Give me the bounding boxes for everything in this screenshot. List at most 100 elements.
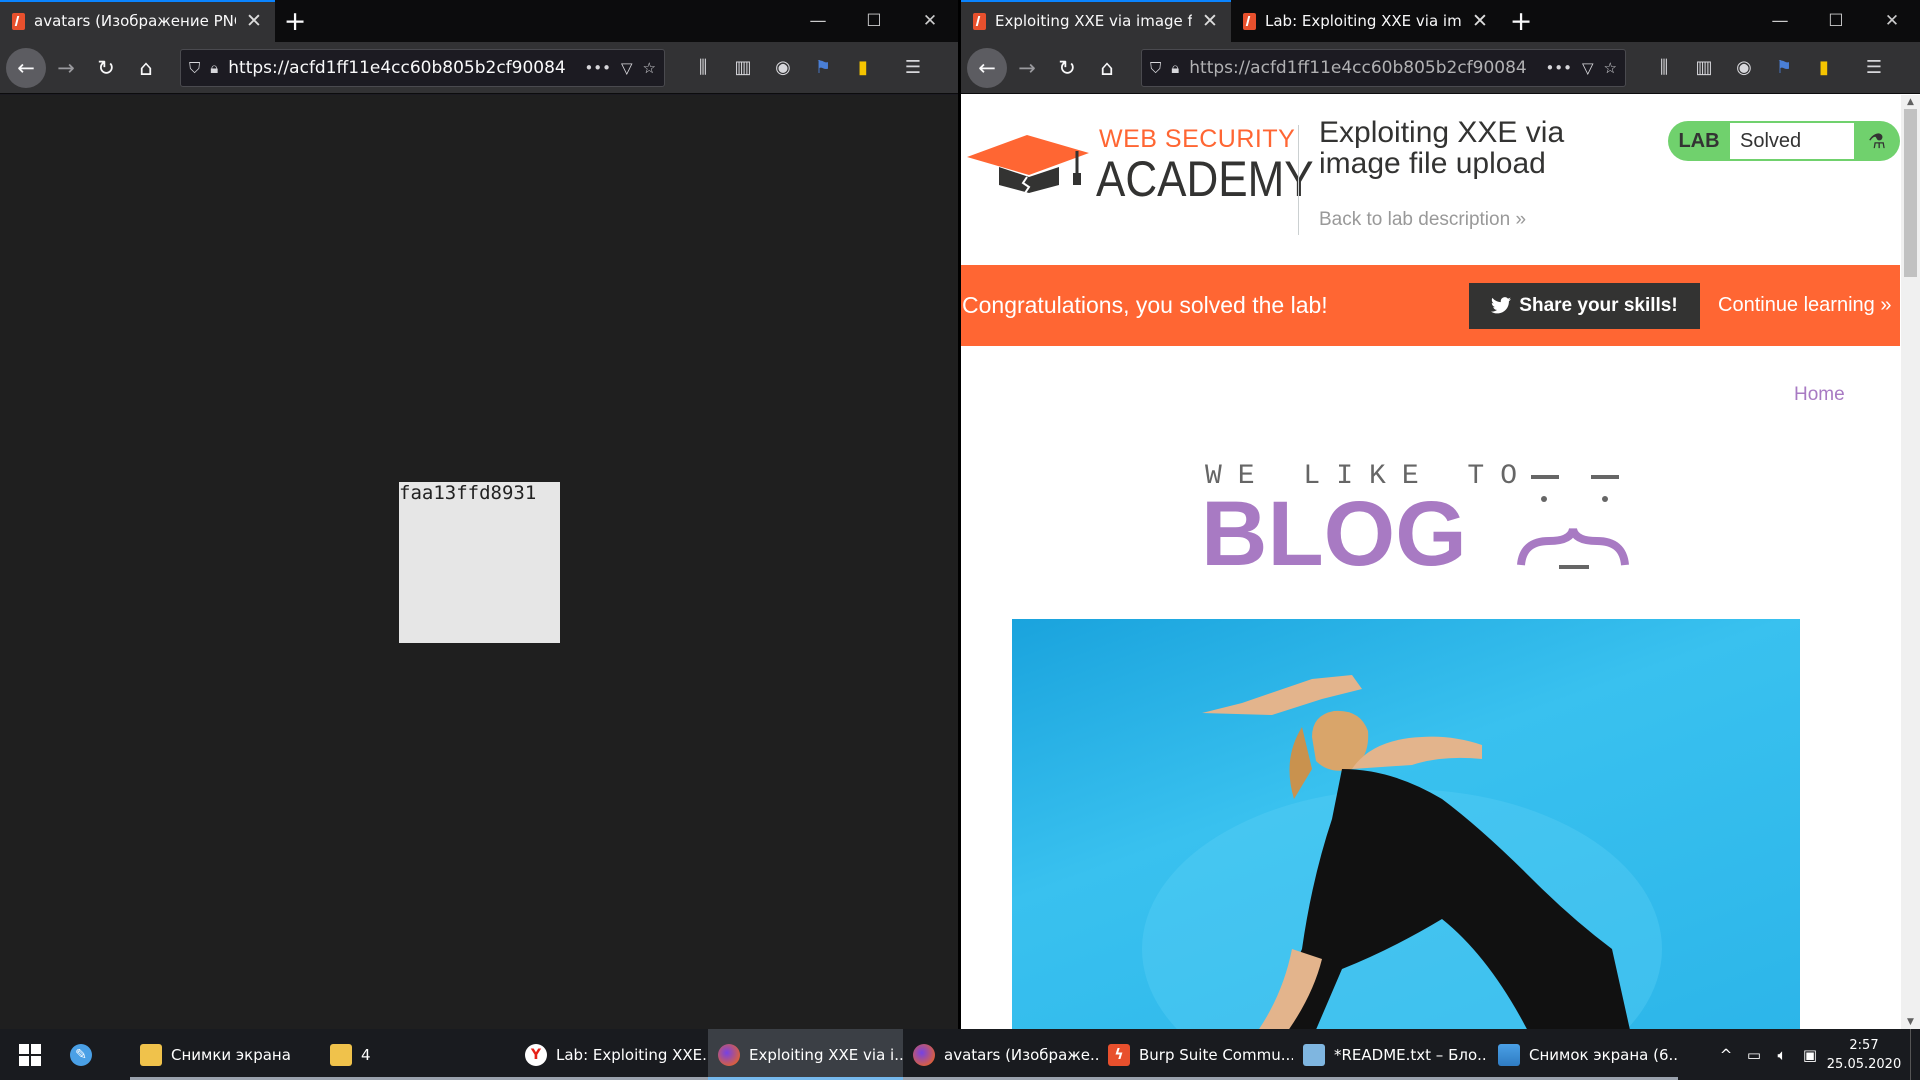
clock-time: 2:57 (1849, 1037, 1879, 1053)
maximize-button[interactable]: ☐ (846, 0, 902, 42)
new-tab-button[interactable]: + (1501, 0, 1541, 42)
continue-learning-link[interactable]: Continue learning » (1718, 294, 1900, 317)
page-actions-button[interactable]: ••• (1545, 59, 1572, 77)
home-link[interactable]: Home (1794, 384, 1845, 406)
page-scrollbar[interactable]: ▲ ▼ (1901, 95, 1920, 1029)
bookmark-star-icon[interactable]: ☆ (643, 59, 656, 77)
forward-button[interactable]: → (46, 48, 86, 88)
academy-header: WEB SECURITY ACADEMY Exploiting XXE via … (961, 95, 1900, 265)
blog-logo: WE LIKE TO BLOG (1201, 461, 1629, 575)
pocket-icon[interactable]: ▽ (621, 59, 633, 77)
logo-academy: ACADEMY (1096, 151, 1314, 207)
volume-icon[interactable]: 🔈︎ (1768, 1046, 1796, 1064)
extension-flag-icon[interactable]: ⚑ (1764, 50, 1804, 86)
tab-exploiting-xxe[interactable]: Exploiting XXE via image file u ✕ (961, 0, 1231, 42)
nav-toolbar: ← → ↻ ⌂ ⛉ 🔒︎ https://acfd1ff11e4cc60b805… (0, 42, 958, 94)
back-button[interactable]: ← (967, 47, 1007, 88)
menu-icon[interactable]: ☰ (1854, 50, 1894, 86)
header-divider (1298, 125, 1299, 235)
paint-icon: ✎ (70, 1043, 92, 1066)
lock-icon[interactable]: 🔒︎ (210, 59, 218, 77)
share-label: Share your skills! (1519, 294, 1678, 316)
taskbar-label: *README.txt – Бло... (1334, 1045, 1488, 1064)
network-icon[interactable]: ▣ (1796, 1046, 1824, 1064)
taskbar-paint[interactable]: ✎ (60, 1029, 130, 1080)
battery-icon[interactable]: ▭ (1740, 1046, 1768, 1064)
tab-close-icon[interactable]: ✕ (1201, 10, 1219, 32)
home-button[interactable]: ⌂ (1087, 48, 1127, 88)
back-link-text: Back to lab description (1319, 209, 1511, 230)
taskbar-yandex-lab[interactable]: Y Lab: Exploiting XXE... (515, 1029, 708, 1080)
image-text: faa13ffd8931 (399, 482, 537, 504)
reload-button[interactable]: ↻ (1047, 48, 1087, 88)
scroll-thumb[interactable] (1904, 109, 1917, 277)
burp-icon: ϟ (1108, 1043, 1130, 1066)
maximize-button[interactable]: ☐ (1808, 0, 1864, 42)
notepad-icon (1303, 1043, 1325, 1066)
taskbar-folder-screenshots[interactable]: Снимки экрана (130, 1029, 320, 1080)
address-bar[interactable]: ⛉ 🔒︎ https://acfd1ff11e4cc60b805b2cf9008… (1141, 48, 1626, 87)
shield-icon[interactable]: ⛉ (189, 59, 200, 77)
account-icon[interactable]: ◉ (1724, 50, 1764, 86)
extension-color-icon[interactable]: ▮ (1804, 50, 1844, 86)
reload-button[interactable]: ↻ (86, 48, 126, 88)
taskbar-folder-4[interactable]: 4 (320, 1029, 515, 1080)
tab-title: Lab: Exploiting XXE via image f (1265, 12, 1462, 30)
start-button[interactable] (0, 1029, 60, 1080)
bookmark-star-icon[interactable]: ☆ (1604, 59, 1617, 77)
tab-lab-exploiting-xxe[interactable]: Lab: Exploiting XXE via image f ✕ (1231, 0, 1501, 42)
library-icon[interactable]: ⫼ (683, 50, 723, 86)
close-window-button[interactable]: ✕ (902, 0, 958, 42)
address-bar[interactable]: ⛉ 🔒︎ https://acfd1ff11e4cc60b805b2cf9008… (180, 48, 665, 87)
sidebar-icon[interactable]: ▥ (723, 50, 763, 86)
burp-favicon-icon (973, 12, 986, 30)
close-window-button[interactable]: ✕ (1864, 0, 1920, 42)
graduation-cap-icon (967, 135, 1089, 194)
pocket-icon[interactable]: ▽ (1582, 59, 1594, 77)
image-viewer-area: faa13ffd8931 (0, 95, 958, 1029)
twitter-icon (1491, 297, 1512, 314)
menu-icon[interactable]: ☰ (893, 50, 933, 86)
scroll-up-arrow-icon[interactable]: ▲ (1901, 97, 1920, 107)
clock[interactable]: 2:57 25.05.2020 (1824, 1036, 1904, 1074)
lab-status-widget: LAB Solved ⚗ (1668, 121, 1900, 161)
home-button[interactable]: ⌂ (126, 48, 166, 88)
lock-icon[interactable]: 🔒︎ (1171, 59, 1179, 77)
scroll-down-arrow-icon[interactable]: ▼ (1901, 1017, 1920, 1027)
tab-avatars[interactable]: avatars (Изображение PNG, 1 ✕ (0, 0, 275, 42)
tab-close-icon[interactable]: ✕ (1471, 10, 1489, 32)
taskbar-notepad-readme[interactable]: *README.txt – Бло... (1293, 1029, 1488, 1080)
taskbar-burp-suite[interactable]: ϟ Burp Suite Commu... (1098, 1029, 1293, 1080)
sidebar-icon[interactable]: ▥ (1684, 50, 1724, 86)
tab-title: Exploiting XXE via image file u (995, 12, 1192, 30)
tab-close-icon[interactable]: ✕ (245, 10, 263, 32)
taskbar-firefox-avatars[interactable]: avatars (Изображе... (903, 1029, 1098, 1080)
minimize-button[interactable]: — (790, 0, 846, 42)
taskbar-label: Снимок экрана (6... (1529, 1045, 1678, 1064)
face-icon (1517, 475, 1629, 569)
lab-status-text: Solved (1730, 123, 1854, 159)
shield-icon[interactable]: ⛉ (1150, 59, 1161, 77)
extension-color-icon[interactable]: ▮ (843, 50, 883, 86)
taskbar-firefox-exploiting[interactable]: Exploiting XXE via i... (708, 1029, 903, 1080)
back-to-lab-description-link[interactable]: Back to lab description » (1319, 209, 1526, 231)
burp-favicon-icon (12, 12, 25, 30)
page-actions-button[interactable]: ••• (584, 59, 611, 77)
windows-logo-icon (19, 1043, 41, 1066)
library-icon[interactable]: ⫼ (1644, 50, 1684, 86)
window-controls: — ☐ ✕ (1752, 0, 1920, 42)
show-desktop-button[interactable] (1910, 1029, 1920, 1080)
account-icon[interactable]: ◉ (763, 50, 803, 86)
chevron-up-icon[interactable]: ^ (1712, 1046, 1740, 1064)
share-skills-button[interactable]: Share your skills! (1469, 282, 1700, 329)
new-tab-button[interactable]: + (275, 0, 315, 42)
folder-icon (140, 1043, 162, 1066)
forward-button[interactable]: → (1007, 48, 1047, 88)
taskbar-label: Burp Suite Commu... (1139, 1045, 1293, 1064)
extension-flag-icon[interactable]: ⚑ (803, 50, 843, 86)
yandex-browser-icon: Y (525, 1043, 547, 1066)
minimize-button[interactable]: — (1752, 0, 1808, 42)
congratulations-text: Congratulations, you solved the lab! (962, 292, 1328, 318)
taskbar-image-viewer[interactable]: Снимок экрана (6... (1488, 1029, 1678, 1080)
back-button[interactable]: ← (6, 47, 46, 88)
